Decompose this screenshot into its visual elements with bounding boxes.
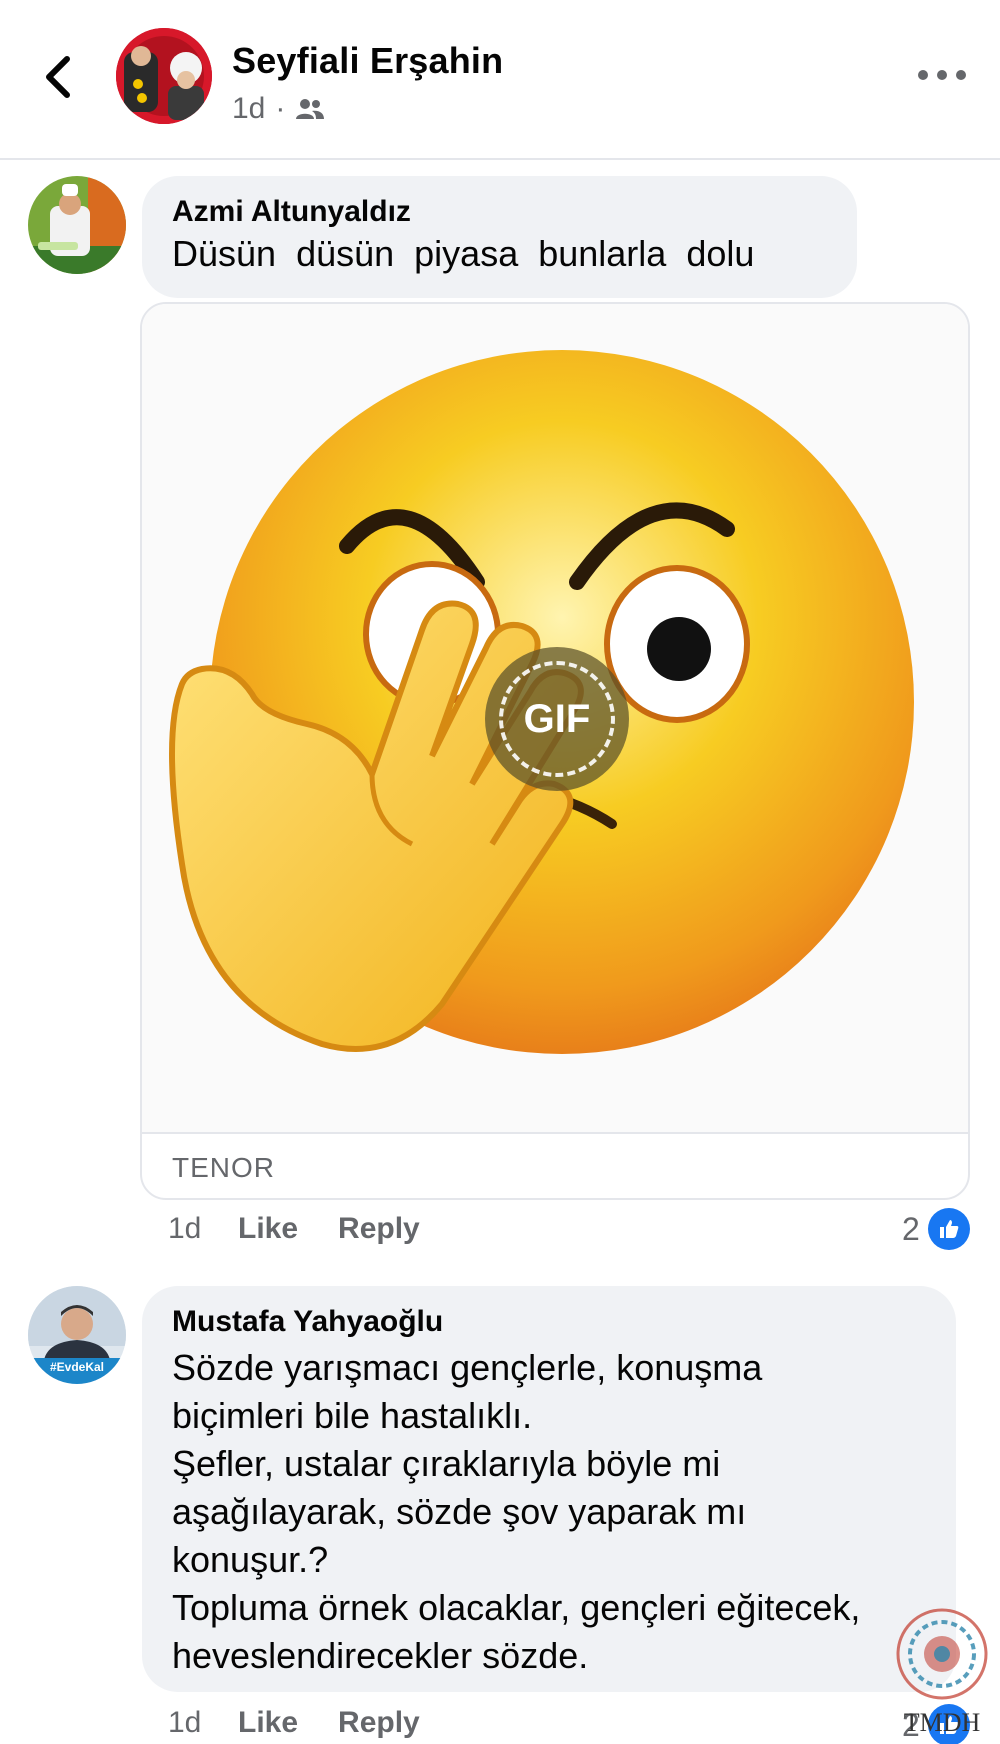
back-button[interactable] <box>36 50 80 104</box>
comment-text-line: aşağılayarak, sözde şov yaparak mı <box>172 1491 747 1532</box>
commenter-avatar[interactable] <box>28 176 126 274</box>
watermark-logo: TMDH <box>892 1604 992 1740</box>
reply-button[interactable]: Reply <box>338 1706 420 1740</box>
comment-time[interactable]: 1d <box>168 1706 238 1740</box>
gif-attachment[interactable]: GIF TENOR <box>140 302 970 1200</box>
watermark-text: TMDH <box>903 1708 981 1737</box>
comment-text-line: Sözde yarışmacı gençlerle, konuşma <box>172 1347 763 1388</box>
comment-text-line: Topluma örnek olacaklar, gençleri eğitec… <box>172 1587 861 1628</box>
gif-provider-label: TENOR <box>142 1132 968 1198</box>
comment-author[interactable]: Mustafa Yahyaoğlu <box>172 1304 928 1340</box>
comment-time[interactable]: 1d <box>168 1212 238 1246</box>
comment-bubble: Azmi Altunyaldız Düsün düsün piyasa bunl… <box>142 176 857 298</box>
comment-text: Düsün düsün piyasa bunlarla dolu <box>172 233 755 274</box>
gif-play-button[interactable]: GIF <box>485 647 629 791</box>
comment-author[interactable]: Azmi Altunyaldız <box>172 194 829 230</box>
meta-separator: · <box>275 92 286 125</box>
post-header: Seyfiali Erşahin 1d · <box>0 0 1000 160</box>
more-options-button[interactable] <box>918 60 966 90</box>
comment-bubble: Mustafa Yahyaoğlu Sözde yarışmacı gençle… <box>142 1286 956 1692</box>
chevron-left-icon <box>46 56 70 98</box>
avatar-caption: #EvdeKal <box>49 1360 105 1374</box>
comment-text-line: biçimleri bile hastalıklı. <box>172 1395 533 1436</box>
like-button[interactable]: Like <box>238 1212 298 1246</box>
comment-text-line: Şefler, ustalar çıraklarıyla böyle mi <box>172 1443 721 1484</box>
gif-preview[interactable]: GIF <box>142 304 968 1132</box>
post-meta: 1d · <box>232 92 325 126</box>
like-button[interactable]: Like <box>238 1706 298 1740</box>
comment-actions: 1d Like Reply <box>168 1706 460 1740</box>
commenter-avatar[interactable]: #EvdeKal <box>28 1286 126 1384</box>
comment-text-line: konuşur.? <box>172 1539 329 1580</box>
comment-text-line: heveslendirecekler sözde. <box>172 1635 589 1676</box>
post-time[interactable]: 1d <box>232 92 265 126</box>
post-author-name[interactable]: Seyfiali Erşahin <box>232 40 503 82</box>
reaction-count: 2 <box>902 1210 920 1247</box>
reaction-summary[interactable]: 2 <box>902 1208 970 1250</box>
friends-icon <box>296 99 325 119</box>
author-avatar[interactable] <box>116 28 212 124</box>
reply-button[interactable]: Reply <box>338 1212 420 1246</box>
like-icon <box>927 1208 970 1250</box>
comment-actions: 1d Like Reply <box>168 1212 460 1246</box>
more-horizontal-icon <box>918 70 928 80</box>
